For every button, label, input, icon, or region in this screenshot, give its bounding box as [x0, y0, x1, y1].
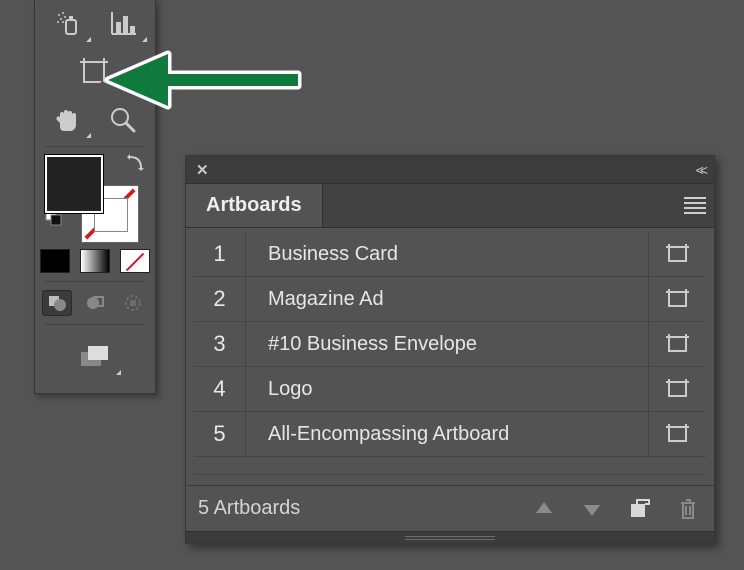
- color-mode-none[interactable]: [120, 249, 150, 273]
- artboard-row[interactable]: 4 Logo: [194, 367, 706, 412]
- hand-tool[interactable]: [39, 98, 95, 142]
- artboard-row[interactable]: 5 All-Encompassing Artboard: [194, 412, 706, 457]
- color-mode-solid[interactable]: [40, 249, 70, 273]
- tab-label: Artboards: [206, 194, 302, 217]
- close-icon[interactable]: ✕: [196, 161, 209, 179]
- artboard-options-icon[interactable]: [648, 412, 706, 456]
- artboard-options-icon[interactable]: [648, 322, 706, 366]
- fill-color-swatch[interactable]: [45, 155, 103, 213]
- artboard-options-icon[interactable]: [648, 232, 706, 276]
- artboard-tool-icon: [78, 56, 112, 88]
- screen-mode-icon: [78, 345, 112, 369]
- artboards-list: 1 Business Card 2 Magazine Ad 3 #10 Busi…: [186, 228, 714, 485]
- panel-menu-icon[interactable]: [684, 197, 706, 214]
- artboard-row[interactable]: 3 #10 Business Envelope: [194, 322, 706, 367]
- hand-icon: [52, 105, 82, 135]
- artboard-index: 1: [194, 232, 246, 276]
- zoom-tool[interactable]: [95, 98, 151, 142]
- artboard-row[interactable]: 1 Business Card: [194, 232, 706, 277]
- artboard-index: 2: [194, 277, 246, 321]
- arrow-down-icon: [582, 499, 602, 519]
- column-graph-tool[interactable]: [95, 2, 151, 46]
- draw-normal-mode[interactable]: [42, 290, 72, 316]
- color-mode-gradient[interactable]: [80, 249, 110, 273]
- tools-panel: [34, 0, 156, 394]
- fill-stroke-swatches: [35, 149, 155, 229]
- trash-icon: [678, 498, 698, 520]
- graph-icon: [108, 10, 138, 38]
- move-up-button[interactable]: [530, 495, 558, 523]
- delete-artboard-button[interactable]: [674, 495, 702, 523]
- draw-inside-mode[interactable]: [118, 290, 148, 316]
- artboards-count-label: 5 Artboards: [198, 497, 300, 520]
- artboard-name: Logo: [246, 378, 648, 401]
- artboard-options-icon[interactable]: [648, 277, 706, 321]
- artboard-name: #10 Business Envelope: [246, 333, 648, 356]
- artboard-index: 3: [194, 322, 246, 366]
- artboard-name: Business Card: [246, 243, 648, 266]
- zoom-icon: [108, 105, 138, 135]
- artboard-tool[interactable]: [67, 50, 123, 94]
- artboard-row[interactable]: 2 Magazine Ad: [194, 277, 706, 322]
- collapse-panel-icon[interactable]: <<: [696, 162, 704, 178]
- screen-mode-button[interactable]: [65, 335, 125, 379]
- new-artboard-button[interactable]: [626, 495, 654, 523]
- new-artboard-icon: [629, 499, 651, 519]
- artboard-options-icon[interactable]: [648, 367, 706, 411]
- symbol-sprayer-icon: [52, 9, 82, 39]
- draw-behind-mode[interactable]: [80, 290, 110, 316]
- artboard-index: 5: [194, 412, 246, 456]
- swap-fill-stroke-icon[interactable]: [125, 153, 147, 175]
- artboard-index: 4: [194, 367, 246, 411]
- symbol-sprayer-tool[interactable]: [39, 2, 95, 46]
- tab-artboards[interactable]: Artboards: [186, 184, 323, 227]
- arrow-up-icon: [534, 499, 554, 519]
- move-down-button[interactable]: [578, 495, 606, 523]
- artboards-panel: ✕ << Artboards 1 Business Card 2 Magazin…: [185, 155, 715, 544]
- artboard-name: All-Encompassing Artboard: [246, 423, 648, 446]
- panel-resize-grip[interactable]: [186, 531, 714, 543]
- artboard-name: Magazine Ad: [246, 288, 648, 311]
